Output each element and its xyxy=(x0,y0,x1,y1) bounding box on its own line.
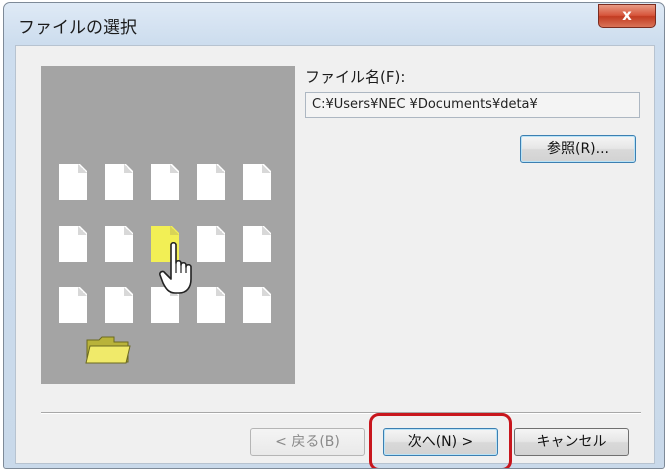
separator-line xyxy=(41,412,641,414)
close-button[interactable]: x xyxy=(598,4,656,28)
document-icon xyxy=(151,163,180,200)
folder-icon xyxy=(85,336,131,364)
document-icon xyxy=(105,286,134,323)
file-name-label: ファイル名(F): xyxy=(305,68,406,86)
document-icon xyxy=(243,163,272,200)
file-path-field[interactable]: C:¥Users¥NEC ¥Documents¥deta¥ xyxy=(305,92,640,118)
title-bar: ファイルの選択 x xyxy=(4,3,664,43)
document-icon xyxy=(243,225,272,262)
document-icon xyxy=(105,163,134,200)
back-button[interactable]: < 戻る(B) xyxy=(250,428,365,456)
browse-button[interactable]: 参照(R)... xyxy=(520,135,636,163)
hand-pointer-icon xyxy=(159,241,192,294)
file-select-dialog: ファイルの選択 x ファイル名(F): C:¥Users¥NEC ¥Docume… xyxy=(3,2,665,469)
document-icon xyxy=(197,163,226,200)
document-icon xyxy=(59,163,88,200)
dialog-body: ファイル名(F): C:¥Users¥NEC ¥Documents¥deta¥ … xyxy=(15,45,655,468)
document-icon xyxy=(59,286,88,323)
document-icon xyxy=(105,225,134,262)
next-button-highlight xyxy=(369,413,512,468)
document-icon xyxy=(243,286,272,323)
document-icon xyxy=(59,225,88,262)
file-illustration xyxy=(41,66,295,384)
cancel-button[interactable]: キャンセル xyxy=(514,428,629,456)
dialog-title: ファイルの選択 xyxy=(18,18,137,38)
close-icon: x xyxy=(622,6,632,24)
